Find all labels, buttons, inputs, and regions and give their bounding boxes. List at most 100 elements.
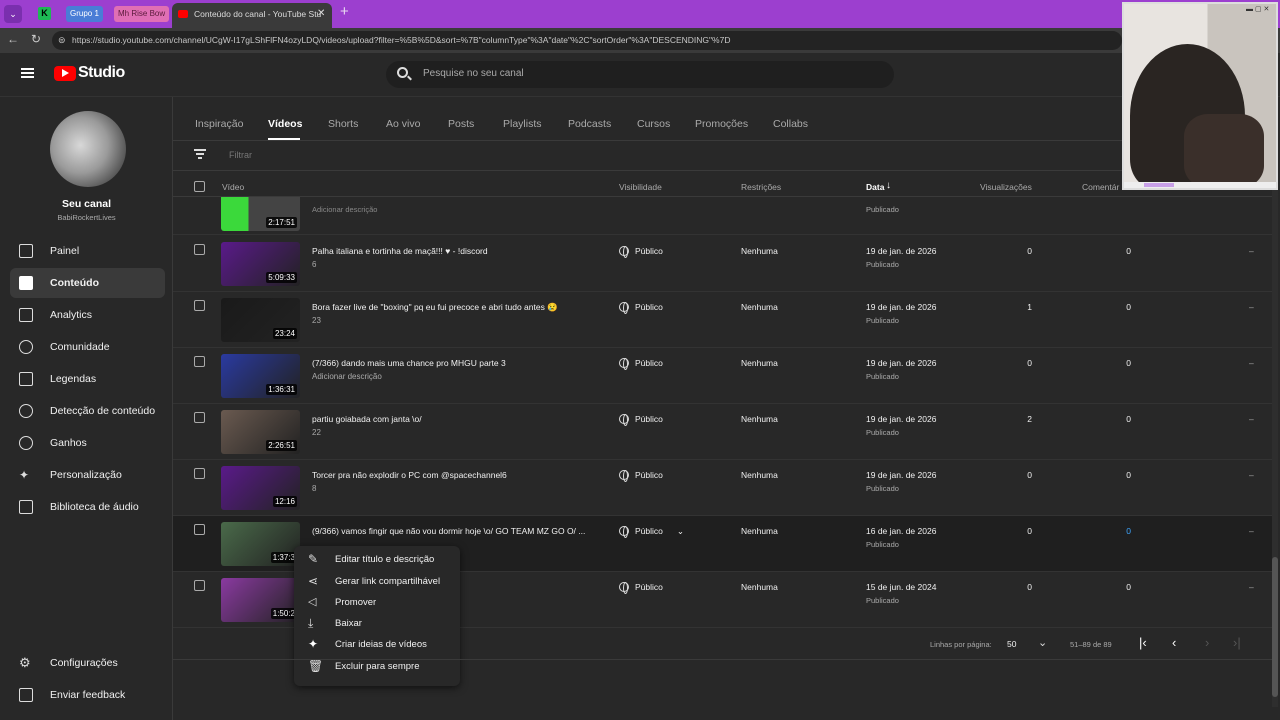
sidebar-item-ganhos[interactable]: Ganhos xyxy=(10,428,165,458)
sidebar-item-feedback[interactable]: Enviar feedback xyxy=(10,680,165,710)
scrollbar-thumb[interactable] xyxy=(1272,557,1278,697)
video-thumbnail[interactable]: 1:36:31 xyxy=(221,354,300,398)
sidebar-item-biblioteca[interactable]: Biblioteca de áudio xyxy=(10,492,165,522)
sidebar-item-deteccao[interactable]: Detecção de conteúdo xyxy=(10,396,165,426)
tab-playlists[interactable]: Playlists xyxy=(503,118,542,130)
close-tab-icon[interactable]: ✕ xyxy=(317,3,325,25)
video-title[interactable]: Bora fazer live de "boxing" pq eu fui pr… xyxy=(312,302,558,313)
channel-search[interactable]: Pesquise no seu canal xyxy=(386,61,894,88)
visibility-cell[interactable]: Público xyxy=(619,470,663,482)
chevron-down-icon[interactable]: ⌄ xyxy=(677,526,684,536)
sidebar-item-legendas[interactable]: Legendas xyxy=(10,364,165,394)
column-restrictions[interactable]: Restrições xyxy=(741,182,781,192)
sort-descending-icon[interactable]: ↓ xyxy=(886,180,891,191)
pinned-tab-icon[interactable]: K xyxy=(38,7,51,20)
url-field[interactable]: ⊜ https://studio.youtube.com/channel/UCg… xyxy=(52,31,1122,50)
row-checkbox[interactable] xyxy=(194,412,205,423)
visibility-cell[interactable]: Público xyxy=(619,414,663,426)
menu-item-share[interactable]: ⋖ Gerar link compartilhável xyxy=(294,570,460,591)
sidebar-item-conteudo[interactable]: Conteúdo xyxy=(10,268,165,298)
webcam-overlay[interactable]: ▬ ▢ ✕ xyxy=(1122,2,1278,190)
video-title[interactable]: Palha italiana e tortinha de maçã!!! ♥ -… xyxy=(312,246,488,256)
video-thumbnail[interactable]: 12:16 xyxy=(221,466,300,510)
row-checkbox[interactable] xyxy=(194,300,205,311)
tab-inspiracao[interactable]: Inspiração xyxy=(195,118,243,130)
back-icon[interactable]: ← xyxy=(7,32,19,46)
sidebar-item-label: Conteúdo xyxy=(50,277,99,289)
select-all-checkbox[interactable] xyxy=(194,181,205,192)
column-visibility[interactable]: Visibilidade xyxy=(619,182,662,192)
sidebar-item-personalizacao[interactable]: ✦ Personalização xyxy=(10,460,165,490)
video-title[interactable]: (9/366) vamos fingir que não vou dormir … xyxy=(312,526,585,536)
gear-icon: ⚙ xyxy=(19,655,31,670)
column-comments[interactable]: Comentár xyxy=(1082,182,1119,192)
column-date[interactable]: Data xyxy=(866,182,884,192)
sidebar-item-label: Enviar feedback xyxy=(50,689,126,701)
video-row[interactable]: 23:24 Bora fazer live de "boxing" pq eu … xyxy=(173,292,1273,348)
row-checkbox[interactable] xyxy=(194,580,205,591)
tab-shorts[interactable]: Shorts xyxy=(328,118,358,130)
tab-promocoes[interactable]: Promoções xyxy=(695,118,748,130)
new-tab-icon[interactable]: + xyxy=(340,3,349,20)
row-checkbox[interactable] xyxy=(194,468,205,479)
menu-item-edit[interactable]: ✎ Editar título e descrição xyxy=(294,548,460,569)
video-thumbnail[interactable]: 1:50:2 xyxy=(221,578,300,622)
video-row[interactable]: 5:09:33 Palha italiana e tortinha de maç… xyxy=(173,236,1273,292)
tab-group-1[interactable]: Grupo 1 xyxy=(66,6,103,22)
visibility-cell[interactable]: Público xyxy=(619,358,663,370)
channel-avatar[interactable] xyxy=(50,111,126,187)
views-cell: 0 xyxy=(1027,526,1032,536)
rows-per-page-select[interactable]: 50 xyxy=(1007,639,1016,649)
video-row[interactable]: 12:16 Torcer pra não explodir o PC com @… xyxy=(173,460,1273,516)
tab-posts[interactable]: Posts xyxy=(448,118,474,130)
column-views[interactable]: Visualizações xyxy=(980,182,1032,192)
visibility-cell[interactable]: Público xyxy=(619,246,663,258)
video-thumbnail[interactable]: 2:17:51 xyxy=(221,197,300,231)
video-row[interactable]: 1:36:31 (7/366) dando mais uma chance pr… xyxy=(173,348,1273,404)
tab-ao-vivo[interactable]: Ao vivo xyxy=(386,118,420,130)
menu-item-promote[interactable]: ◁ Promover xyxy=(294,591,460,612)
sidebar-item-configuracoes[interactable]: ⚙ Configurações xyxy=(10,648,165,678)
visibility-cell[interactable]: Público xyxy=(619,302,663,314)
tab-group-mh-rise-bow[interactable]: Mh Rise Bow xyxy=(114,6,170,22)
tab-podcasts[interactable]: Podcasts xyxy=(568,118,611,130)
chevron-down-icon[interactable]: ⌄ xyxy=(1038,636,1047,649)
menu-item-download[interactable]: ⤓ Baixar xyxy=(294,612,460,633)
tab-collabs[interactable]: Collabs xyxy=(773,118,808,130)
comments-cell[interactable]: 0 xyxy=(1121,526,1131,536)
video-thumbnail[interactable]: 23:24 xyxy=(221,298,300,342)
video-thumbnail[interactable]: 2:26:51 xyxy=(221,410,300,454)
tab-videos[interactable]: Vídeos xyxy=(268,118,302,130)
video-thumbnail[interactable]: 1:37:3 xyxy=(221,522,300,566)
visibility-cell[interactable]: Público xyxy=(619,582,663,594)
visibility-cell[interactable]: Público ⌄ xyxy=(619,526,684,538)
video-title[interactable]: Torcer pra não explodir o PC com @spacec… xyxy=(312,470,507,480)
menu-item-ideas[interactable]: ✦ Criar ideias de vídeos xyxy=(294,633,460,654)
row-checkbox[interactable] xyxy=(194,524,205,535)
video-description: 8 xyxy=(312,484,317,493)
sidebar-item-painel[interactable]: Painel xyxy=(10,236,165,266)
comments-cell: 0 xyxy=(1126,470,1131,480)
date-status: Publicado xyxy=(866,205,899,214)
sidebar-item-analytics[interactable]: Analytics xyxy=(10,300,165,330)
filter-icon[interactable] xyxy=(194,149,206,159)
first-page-icon[interactable]: |‹ xyxy=(1139,635,1147,650)
video-thumbnail[interactable]: 5:09:33 xyxy=(221,242,300,286)
video-title[interactable]: partiu goiabada com janta \o/ xyxy=(312,414,422,424)
video-row[interactable]: 2:26:51 partiu goiabada com janta \o/ 22… xyxy=(173,404,1273,460)
video-title[interactable]: (7/366) dando mais uma chance pro MHGU p… xyxy=(312,358,506,368)
restrictions-cell: Nenhuma xyxy=(741,414,778,424)
tab-cursos[interactable]: Cursos xyxy=(637,118,670,130)
menu-icon[interactable] xyxy=(21,68,34,78)
reload-icon[interactable]: ↻ xyxy=(31,32,41,46)
site-info-icon[interactable]: ⊜ xyxy=(58,31,66,50)
active-browser-tab[interactable]: Conteúdo do canal - YouTube Stu ✕ xyxy=(172,3,332,28)
logo-text: Studio xyxy=(78,64,125,81)
row-checkbox[interactable] xyxy=(194,244,205,255)
row-checkbox[interactable] xyxy=(194,356,205,367)
sidebar-item-comunidade[interactable]: Comunidade xyxy=(10,332,165,362)
tab-list-dropdown-icon[interactable]: ⌄ xyxy=(4,5,22,23)
globe-icon xyxy=(619,470,629,482)
filter-input[interactable]: Filtrar xyxy=(229,150,252,160)
previous-page-icon[interactable]: ‹ xyxy=(1172,635,1176,650)
